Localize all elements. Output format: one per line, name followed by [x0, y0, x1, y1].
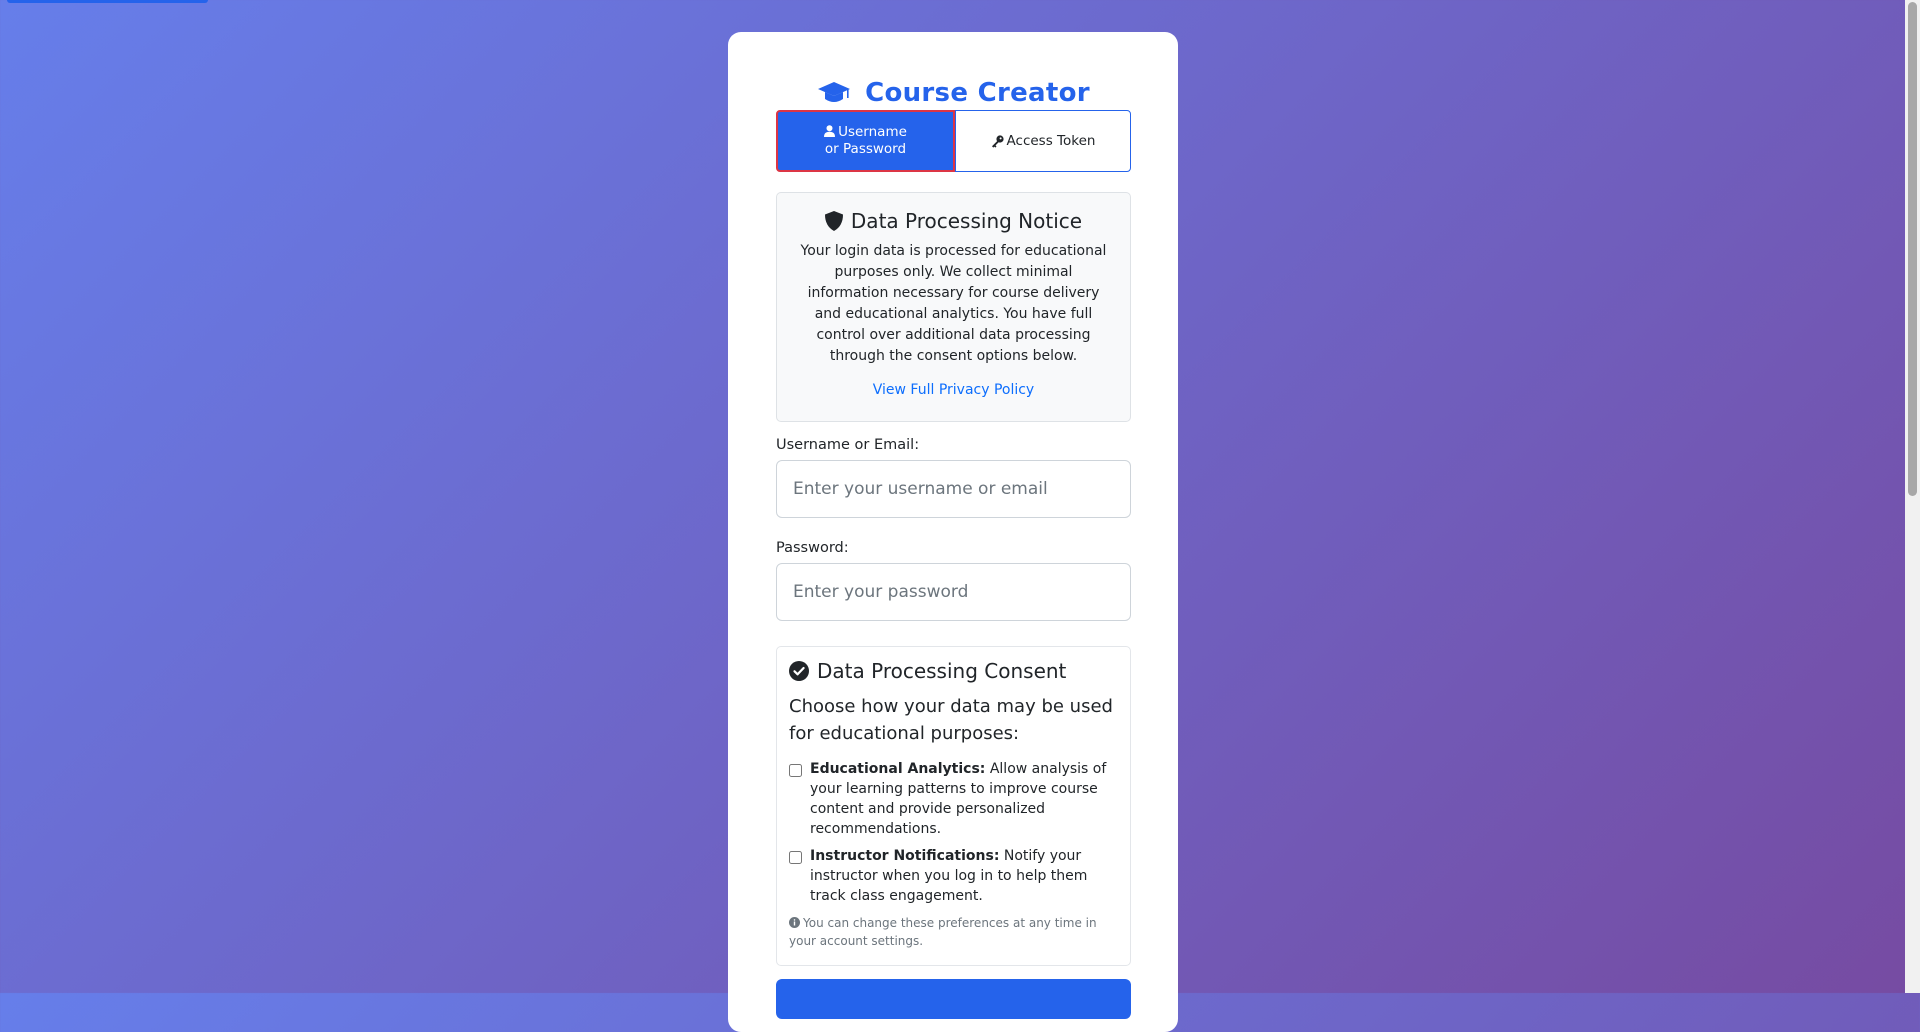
data-processing-consent: Data Processing Consent Choose how your …: [776, 646, 1131, 966]
username-input[interactable]: [776, 460, 1131, 518]
notifications-checkbox[interactable]: [789, 851, 802, 864]
notice-body: Your login data is processed for educati…: [800, 243, 1107, 364]
tab-access-token-label: Access Token: [1006, 132, 1096, 149]
tab-access-token[interactable]: Access Token: [955, 110, 1131, 172]
data-processing-notice: Data Processing Notice Your login data i…: [776, 192, 1131, 422]
consent-intro: Choose how your data may be used for edu…: [789, 696, 1113, 744]
username-label: Username or Email:: [776, 437, 920, 453]
key-icon: [991, 134, 1004, 148]
page-scrollbar[interactable]: [1905, 0, 1920, 993]
check-circle-icon: [789, 661, 809, 681]
info-circle-icon: [789, 917, 800, 928]
consent-option-notifications[interactable]: Instructor Notifications: Notify your in…: [789, 846, 1118, 906]
tab-username-label-line1: Username: [838, 124, 907, 140]
app-title: Course Creator: [865, 78, 1090, 108]
tab-username-label-line2: or Password: [824, 141, 907, 157]
tab-username-password[interactable]: Username or Password: [776, 110, 955, 172]
login-card: Course Creator Username or Password Acce…: [728, 32, 1178, 1032]
consent-option-analytics[interactable]: Educational Analytics: Allow analysis of…: [789, 759, 1118, 839]
user-icon: [824, 125, 836, 137]
notifications-title: Instructor Notifications:: [810, 848, 1000, 864]
privacy-policy-link[interactable]: View Full Privacy Policy: [777, 382, 1130, 398]
analytics-checkbox[interactable]: [789, 764, 802, 777]
analytics-title: Educational Analytics:: [810, 761, 986, 777]
consent-hint: You can change these preferences at any …: [789, 914, 1118, 950]
login-method-tabs: Username or Password Access Token: [776, 110, 1131, 172]
scrollbar-thumb[interactable]: [1908, 2, 1917, 496]
graduation-cap-icon: [818, 82, 851, 102]
consent-title: Data Processing Consent: [817, 659, 1067, 683]
password-input[interactable]: [776, 563, 1131, 621]
brand-header: Course Creator: [776, 76, 1131, 110]
submit-button[interactable]: [776, 979, 1131, 1019]
shield-icon: [824, 211, 843, 231]
top-progress-strip: [7, 0, 208, 3]
consent-hint-text: You can change these preferences at any …: [789, 916, 1097, 948]
notice-title: Data Processing Notice: [850, 209, 1083, 233]
password-label: Password:: [776, 540, 849, 556]
